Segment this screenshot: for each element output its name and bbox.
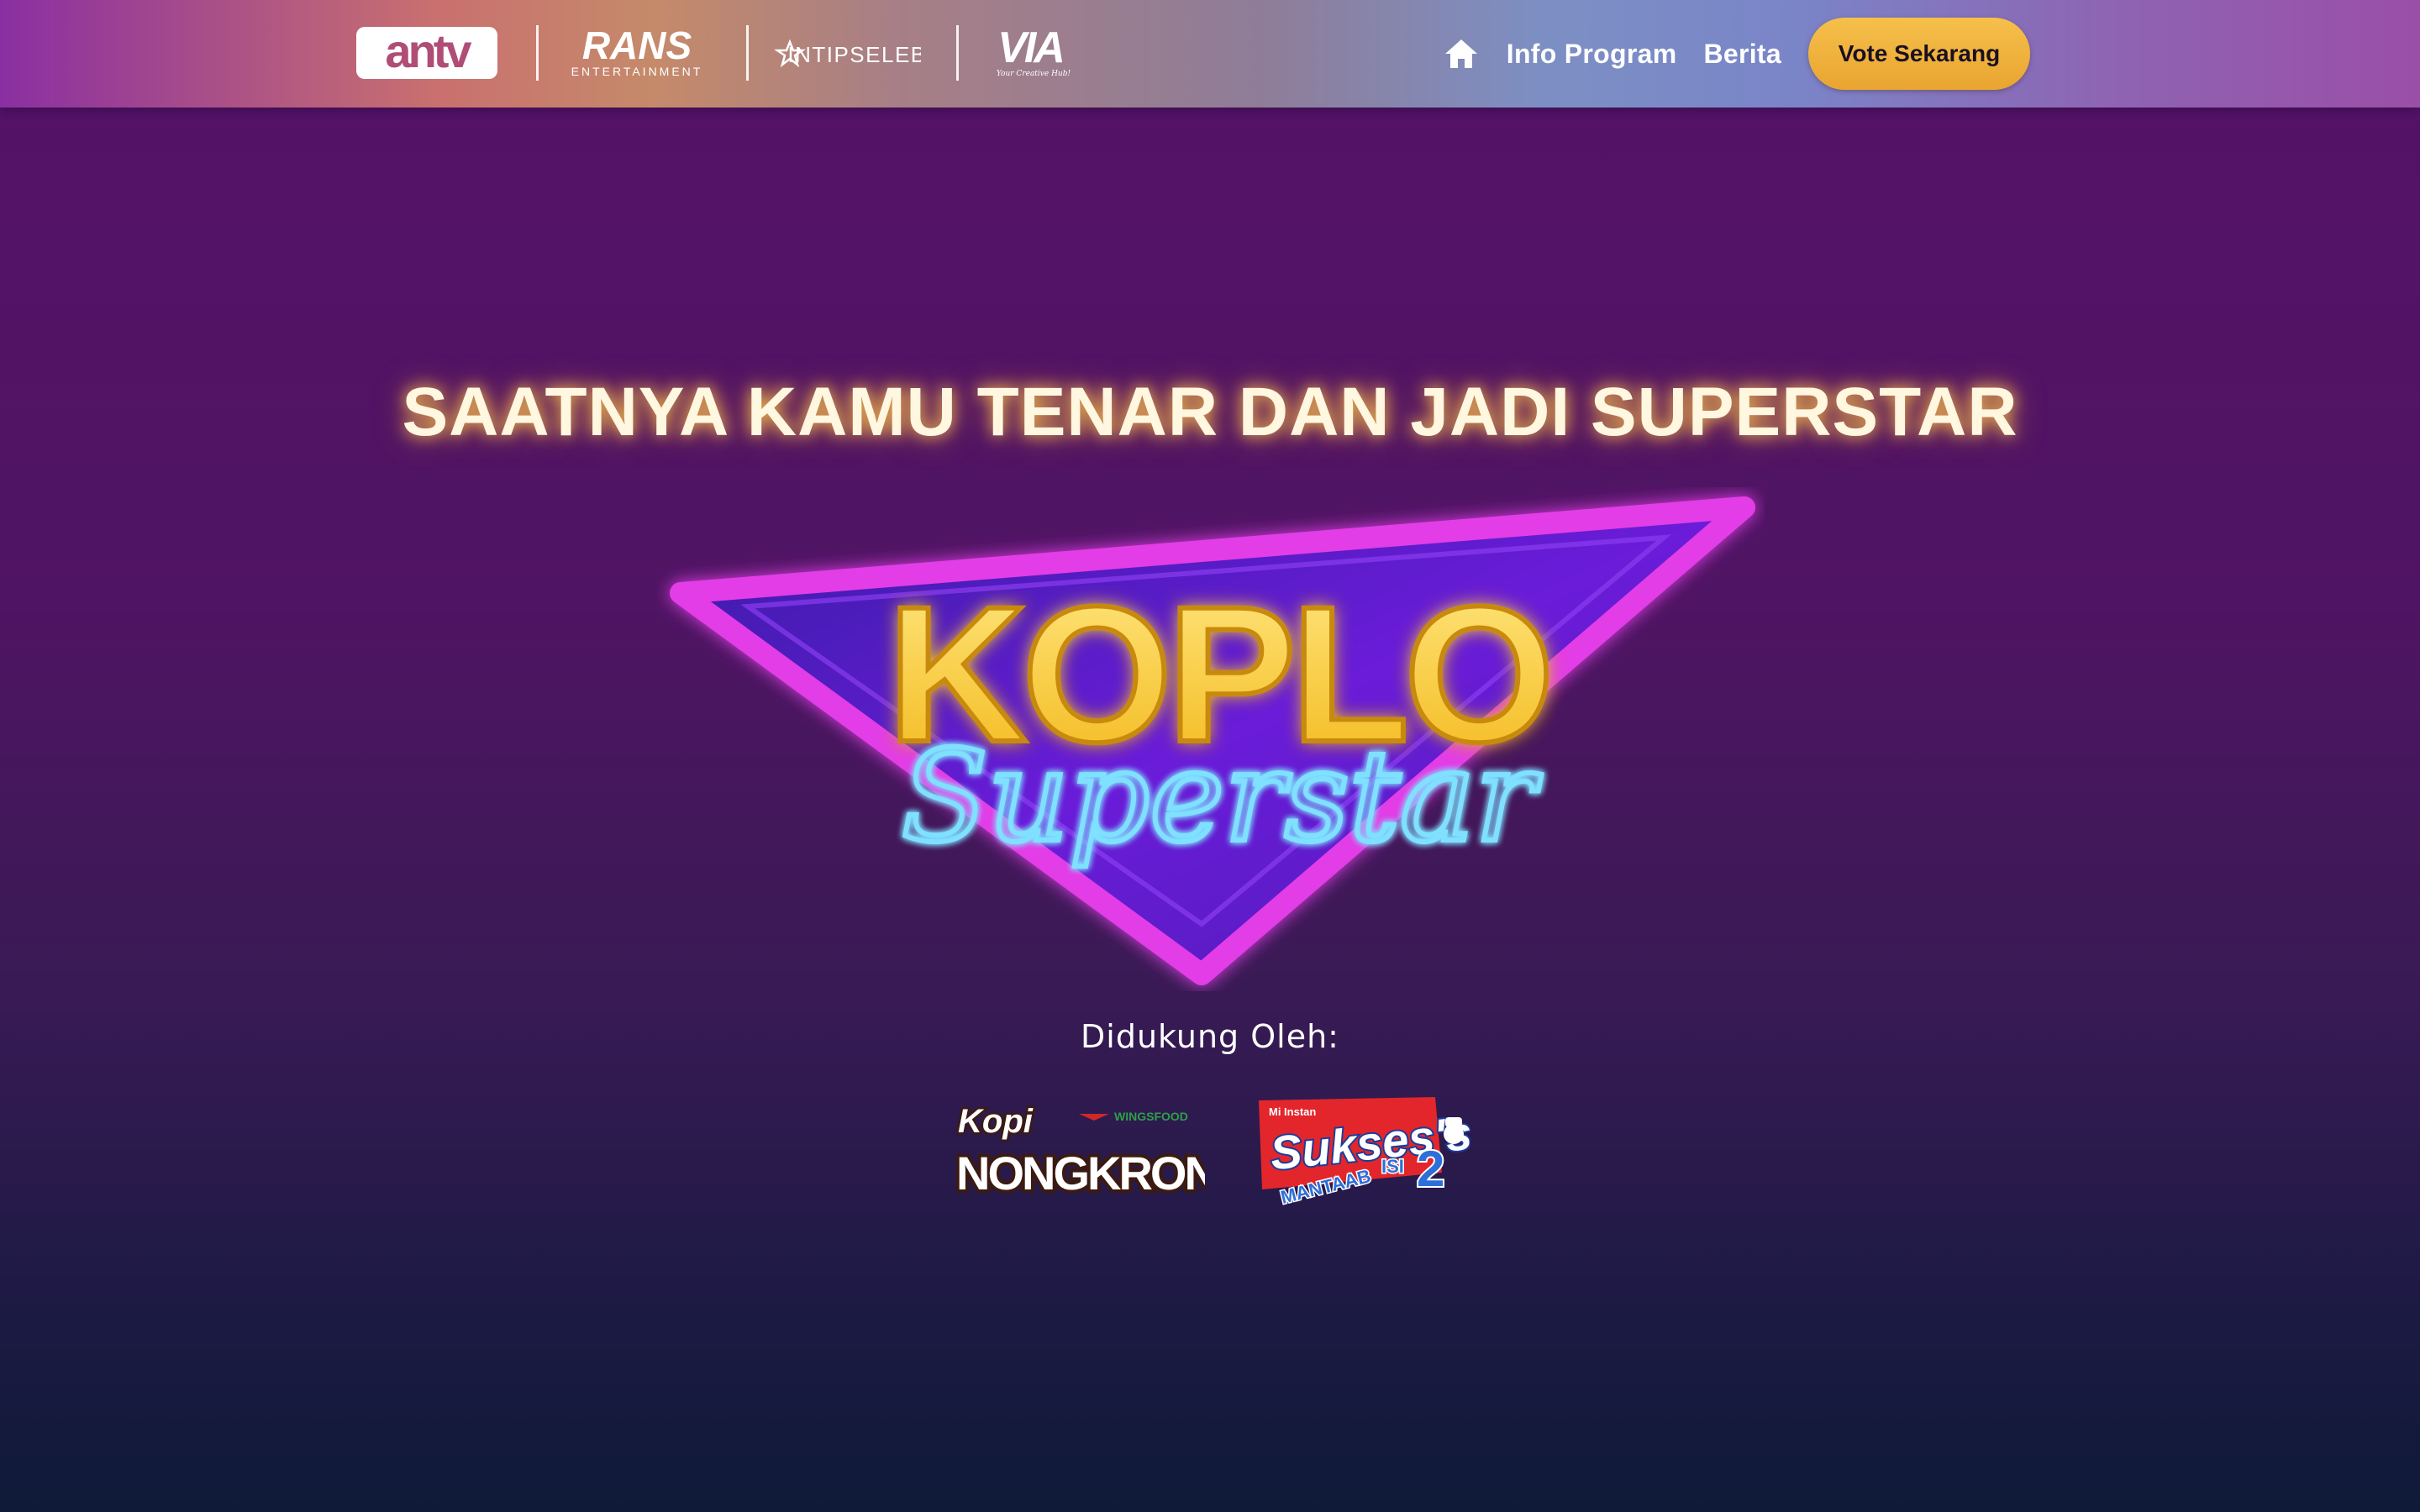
intipseleb-logo[interactable]: INTIPSELEB [775,22,921,82]
hero-tagline: SAATNYA KAMU TENAR DAN JADI SUPERSTAR [402,374,2018,450]
svg-text:VIA: VIA [997,24,1063,72]
svg-text:INTIPSELEB: INTIPSELEB [787,42,921,67]
main-nav: Info Program Berita Vote Sekarang [1443,17,2030,91]
svg-text:ISI: ISI [1381,1156,1404,1177]
supported-by-label: Didukung Oleh: [1081,1018,1339,1055]
logo-divider [746,25,749,81]
rans-entertainment-logo[interactable]: RANS ENTERTAINMENT [563,22,711,82]
logo-divider [956,25,959,81]
top-nav-bar: antv RANS ENTERTAINMENT INTIPSELEB VIA Y… [0,0,2420,108]
logo-divider [536,25,539,81]
svg-text:RANS: RANS [582,24,692,67]
nav-link-info-program[interactable]: Info Program [1507,39,1677,70]
svg-text:Your Creative Hub!: Your Creative Hub! [997,70,1071,78]
svg-text:Mi Instan: Mi Instan [1269,1105,1316,1118]
home-icon[interactable] [1443,35,1480,72]
via-logo[interactable]: VIA Your Creative Hub! [985,22,1079,82]
svg-text:Kopi: Kopi [958,1103,1034,1140]
vote-now-button[interactable]: Vote Sekarang [1808,18,2030,90]
nav-link-berita[interactable]: Berita [1703,39,1781,70]
svg-text:antv: antv [385,25,471,77]
svg-text:NONGKRONG: NONGKRONG [956,1147,1205,1200]
sukses-sponsor-logo[interactable]: Mi Instan Sukses's MANTAAB ISI 2 [1255,1092,1470,1210]
koplo-superstar-logo: KOPLO Superstar [670,496,1755,985]
svg-text:Superstar: Superstar [902,724,1543,870]
kopi-nongkrong-sponsor-logo[interactable]: Kopi WINGSFOOD NONGKRONG [953,1092,1205,1210]
svg-text:WINGSFOOD: WINGSFOOD [1114,1110,1188,1123]
svg-text:ENTERTAINMENT: ENTERTAINMENT [571,65,703,78]
antv-logo[interactable]: antv [355,25,499,81]
svg-text:2: 2 [1417,1141,1444,1197]
